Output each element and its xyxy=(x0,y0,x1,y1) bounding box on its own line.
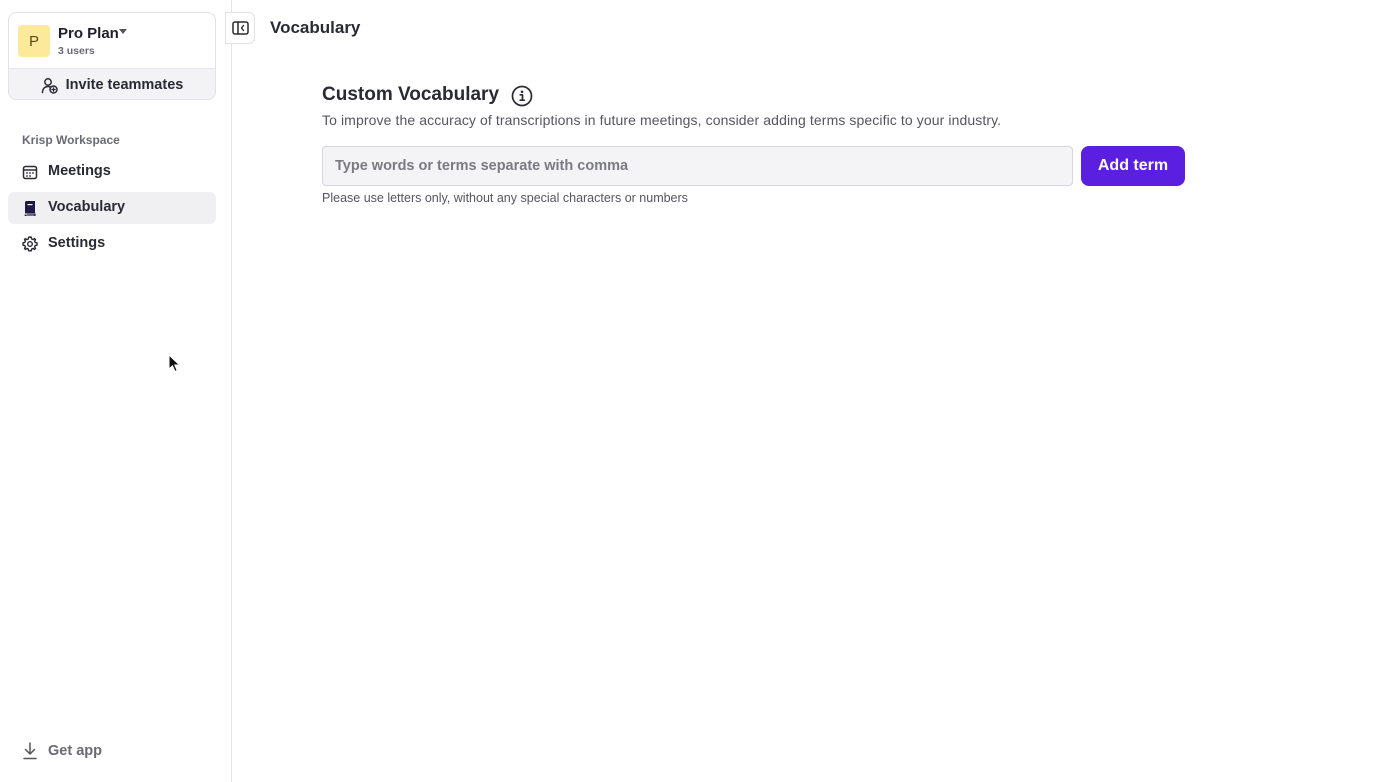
caret-down-icon xyxy=(119,29,127,34)
sidebar-item-label: Settings xyxy=(48,235,106,251)
plan-card: P Pro Plan 3 users Invite teammates xyxy=(8,12,216,100)
download-icon xyxy=(23,742,37,760)
sidebar-item-settings[interactable]: Settings xyxy=(8,228,216,260)
invite-teammates-button[interactable]: Invite teammates xyxy=(9,68,215,99)
sidebar-item-meetings[interactable]: Meetings xyxy=(8,156,216,188)
section-title: Custom Vocabulary xyxy=(322,84,500,105)
calendar-icon xyxy=(22,165,38,180)
page-title: Vocabulary xyxy=(270,18,361,37)
collapse-sidebar-button[interactable] xyxy=(225,12,255,44)
sidebar-item-label: Meetings xyxy=(48,163,111,179)
user-add-icon xyxy=(41,77,58,94)
book-icon xyxy=(24,201,36,216)
info-icon[interactable] xyxy=(511,85,533,107)
gear-icon xyxy=(22,236,38,252)
vocabulary-term-input[interactable] xyxy=(322,146,1073,186)
workspace-section-label: Krisp Workspace xyxy=(22,133,120,147)
sidebar-item-label: Vocabulary xyxy=(48,199,126,215)
add-term-button[interactable]: Add term xyxy=(1081,146,1185,186)
workspace-avatar: P xyxy=(18,25,50,57)
sidebar: P Pro Plan 3 users Invite teammates Kris… xyxy=(0,0,232,782)
plan-name: Pro Plan xyxy=(58,25,119,42)
plan-users-count: 3 users xyxy=(58,45,95,57)
section-description: To improve the accuracy of transcription… xyxy=(322,112,1002,128)
sidebar-item-vocabulary[interactable]: Vocabulary xyxy=(8,192,216,224)
get-app-label: Get app xyxy=(48,743,102,759)
get-app-link[interactable]: Get app xyxy=(22,740,102,762)
input-hint: Please use letters only, without any spe… xyxy=(322,191,688,205)
plan-switcher[interactable]: P Pro Plan 3 users xyxy=(9,13,215,68)
sidebar-toggle-icon xyxy=(231,21,249,35)
invite-teammates-label: Invite teammates xyxy=(65,77,184,93)
mouse-cursor-icon xyxy=(168,354,181,373)
